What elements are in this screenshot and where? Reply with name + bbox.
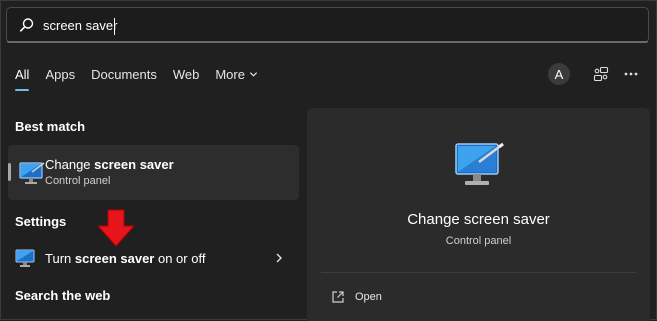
people-switch-icon: [593, 66, 609, 82]
search-input[interactable]: [43, 14, 603, 36]
tab-apps[interactable]: Apps: [45, 67, 75, 82]
text-caret: [114, 18, 115, 35]
open-external-icon: [332, 291, 344, 303]
filter-tabs: All Apps Documents Web More: [15, 67, 274, 91]
switch-account-button[interactable]: [590, 63, 612, 85]
header-actions: A: [548, 63, 642, 85]
tab-all[interactable]: All: [15, 67, 30, 91]
search-web-heading: Search the web: [15, 288, 111, 303]
best-match-title: Change screen saver: [45, 157, 174, 172]
tab-more-label: More: [215, 67, 245, 82]
open-action-label: Open: [355, 291, 382, 303]
tab-web[interactable]: Web: [173, 67, 200, 82]
preview-panel: Change screen saver Control panel Open: [307, 108, 650, 321]
avatar[interactable]: A: [548, 63, 570, 85]
search-bar[interactable]: [6, 7, 649, 43]
preview-divider: [321, 272, 636, 273]
tab-more[interactable]: More: [215, 67, 258, 82]
screen-saver-icon: [19, 162, 45, 184]
tab-documents[interactable]: Documents: [91, 67, 157, 82]
settings-result-label: Turn screen saver on or off: [45, 251, 206, 266]
best-match-result[interactable]: Change screen saver Control panel: [8, 145, 299, 200]
settings-heading: Settings: [15, 214, 67, 229]
selection-indicator: [8, 163, 11, 181]
screen-saver-icon: [455, 142, 504, 185]
ellipsis-icon: [624, 72, 638, 76]
settings-result-turn-screen-saver[interactable]: Turn screen saver on or off: [15, 246, 299, 272]
red-down-arrow-annotation: [96, 209, 136, 247]
chevron-right-icon: [276, 253, 282, 263]
chevron-down-icon: [249, 72, 258, 77]
screen-saver-icon: [15, 249, 35, 267]
more-options-button[interactable]: [620, 63, 642, 85]
start-search-window: All Apps Documents Web More A: [0, 0, 657, 321]
preview-title: Change screen saver: [407, 211, 550, 228]
best-match-subtitle: Control panel: [45, 175, 111, 187]
search-icon: [19, 18, 34, 32]
open-action[interactable]: Open: [331, 290, 382, 304]
preview-subtitle: Control panel: [445, 235, 512, 247]
best-match-heading: Best match: [15, 119, 86, 134]
